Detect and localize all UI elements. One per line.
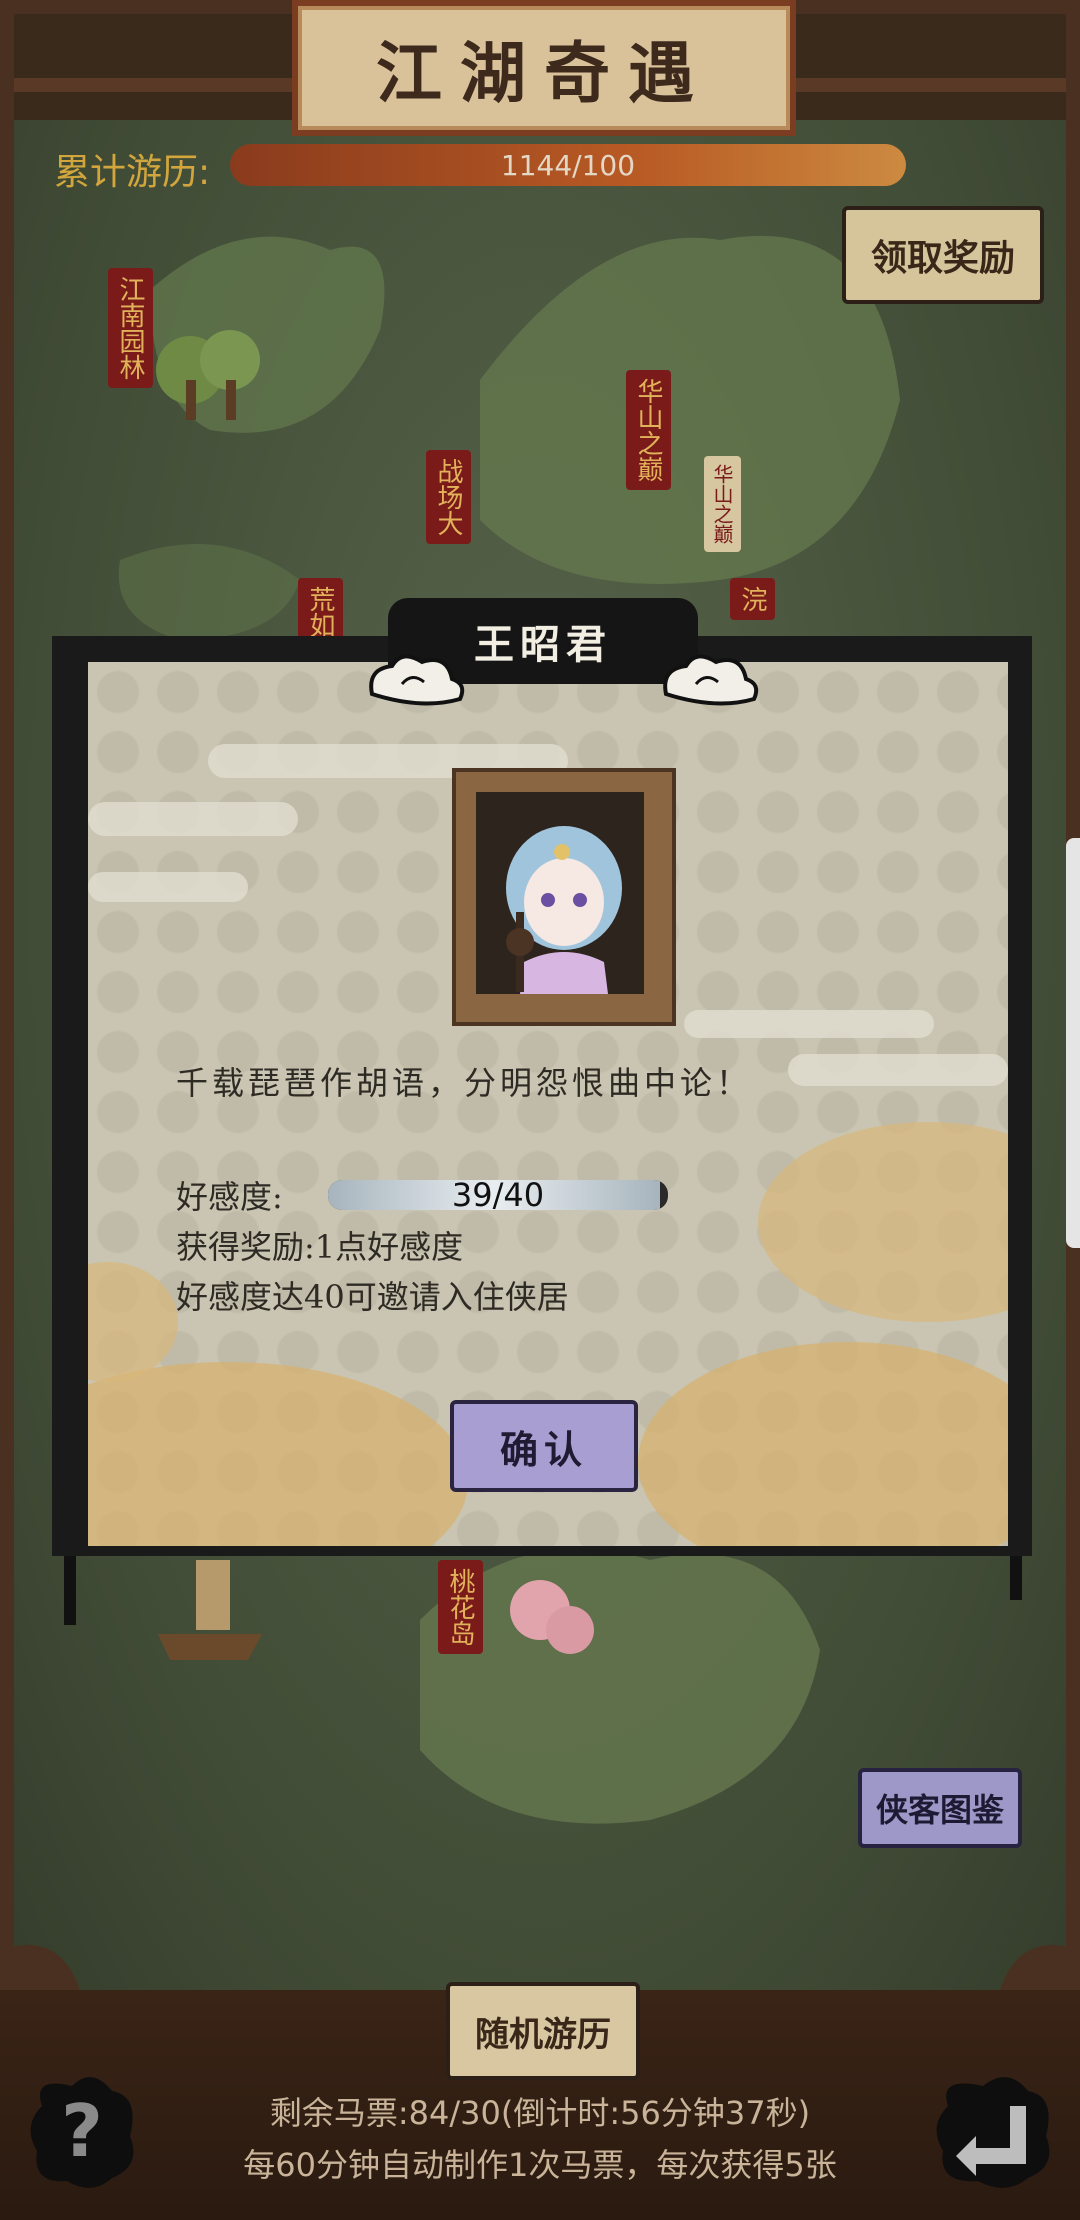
side-drawer-handle[interactable] (1066, 838, 1080, 1248)
claim-reward-button[interactable]: 领取奖励 (842, 206, 1044, 304)
title-plaque: 江湖奇遇 (292, 0, 796, 136)
frame-rail-right (786, 78, 1066, 92)
location-peach-island[interactable]: 桃花岛 (438, 1560, 483, 1654)
land-huashan (480, 235, 900, 584)
ticket-status-text: 剩余马票:84/30(倒计时:56分钟37秒) (269, 2094, 811, 2132)
location-jiangnan-garden[interactable]: 江南园林 (108, 268, 153, 388)
land-west (118, 544, 300, 640)
travel-progress-label: 累计游历: (54, 152, 211, 193)
character-quote: 千载琵琶作胡语，分明怨恨曲中论！ (176, 1064, 753, 1102)
character-name: 王昭君 (474, 621, 612, 668)
location-huan[interactable]: 浣 (730, 578, 775, 620)
location-battlefield[interactable]: 战场大 (426, 450, 471, 544)
ticket-info-text: 每60分钟自动制作1次马票，每次获得5张 (243, 2146, 837, 2184)
back-button[interactable] (928, 2066, 1058, 2196)
help-button[interactable]: ? (22, 2066, 142, 2196)
help-icon: ? (61, 2089, 103, 2173)
location-huashan-peak[interactable]: 华山之巅 (626, 370, 671, 490)
hero-gallery-button[interactable]: 侠客图鉴 (858, 1768, 1022, 1848)
frame-beam-left (0, 0, 14, 2220)
affection-label: 好感度: (176, 1178, 283, 1216)
frame-rail-left (14, 78, 294, 92)
travel-progress-text: 1144/100 (500, 148, 636, 182)
back-arrow-icon (936, 2077, 1050, 2188)
character-avatar-icon (506, 826, 622, 994)
confirm-button[interactable]: 确认 (450, 1400, 638, 1492)
huashan-sign: 华山之巅 (704, 456, 741, 552)
boat-sail (196, 1560, 230, 1630)
page-title: 江湖奇遇 (376, 34, 712, 112)
character-portrait (476, 792, 644, 994)
affection-value: 39/40 (451, 1176, 545, 1214)
cloud-ornament-right-icon (663, 654, 759, 706)
character-portrait-frame (452, 768, 676, 1026)
reward-text: 获得奖励:1点好感度 (176, 1228, 464, 1266)
invite-hint-text: 好感度达40可邀请入住侠居 (176, 1278, 569, 1316)
random-travel-button[interactable]: 随机游历 (446, 1982, 640, 2080)
cloud-ornament-left-icon (369, 654, 465, 706)
boat-icon (158, 1634, 262, 1660)
